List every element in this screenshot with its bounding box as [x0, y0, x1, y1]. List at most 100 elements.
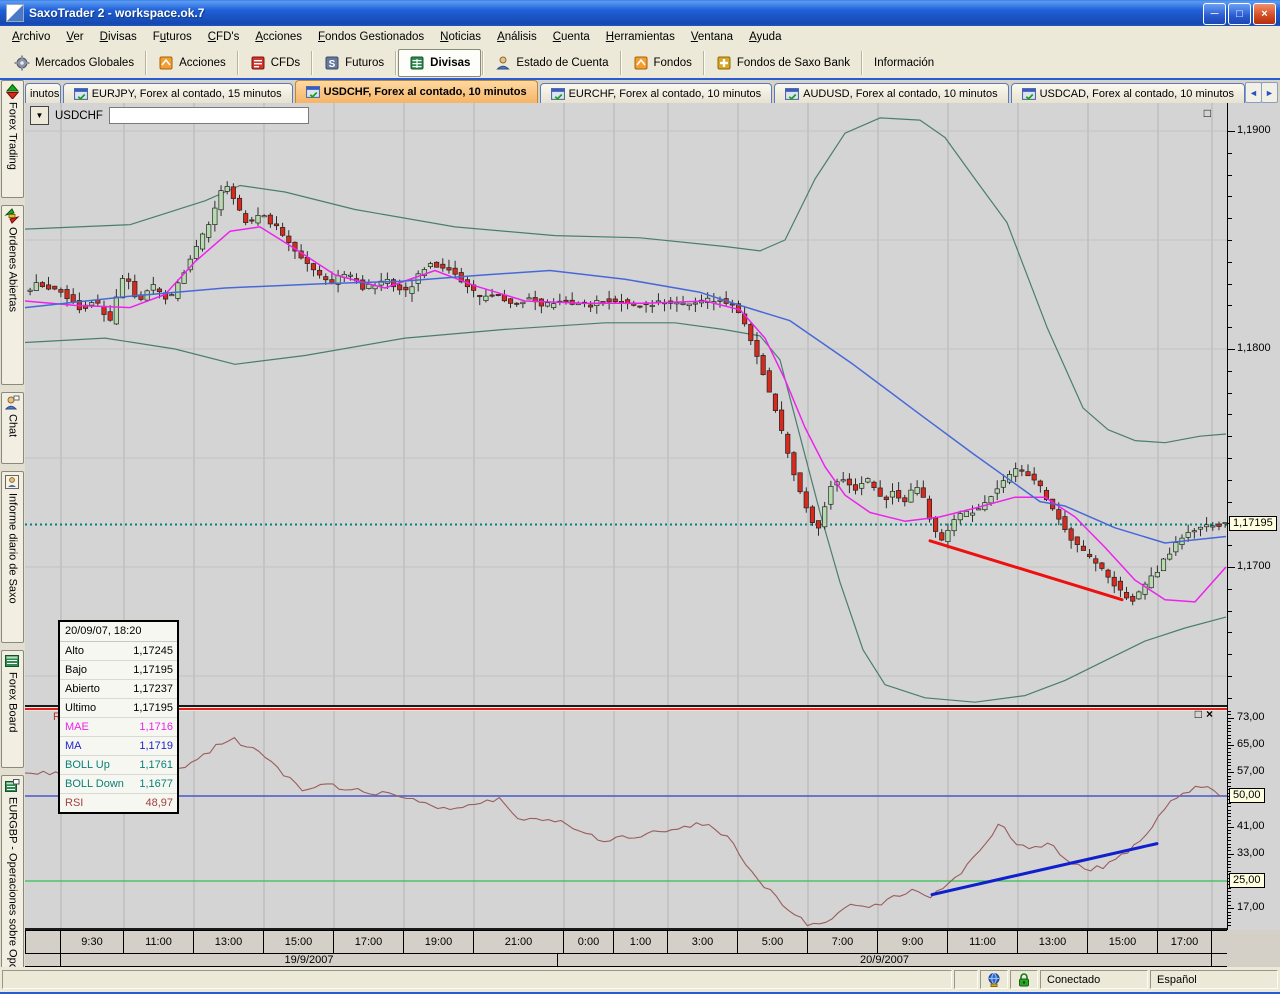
maximize-button[interactable]: □	[1228, 3, 1251, 25]
menu-item-futuros[interactable]: Futuros	[145, 29, 200, 45]
rsi-minor-tick	[1228, 776, 1231, 777]
symbol-input[interactable]	[109, 107, 309, 124]
chart-maximize-icon[interactable]: □	[1204, 107, 1211, 119]
tab-eurjpy[interactable]: EURJPY, Forex al contado, 15 minutos	[63, 83, 293, 103]
toolbar-button-cfds[interactable]: CFDs	[240, 48, 310, 78]
menu-bar: ArchivoVerDivisasFuturosCFD'sAccionesFon…	[0, 26, 1280, 48]
rsi-minor-tick	[1228, 844, 1231, 845]
toolbar-button-fondos-de-saxo-bank[interactable]: Fondos de Saxo Bank	[706, 48, 860, 78]
rsi-minor-tick	[1228, 735, 1231, 736]
minimize-button[interactable]: ─	[1203, 3, 1226, 25]
fondos-icon	[633, 55, 649, 71]
toolbar-button-divisas[interactable]: Divisas	[398, 49, 481, 77]
rsi-maximize-icon[interactable]: □	[1195, 708, 1202, 720]
rsi-panel[interactable]: RSI: □ ×	[25, 711, 1227, 928]
tab-eurchf[interactable]: EURCHF, Forex al contado, 10 minutos	[540, 83, 773, 103]
time-cell: 7:00	[808, 931, 878, 953]
menu-item-ayuda[interactable]: Ayuda	[741, 29, 789, 45]
tooltip-row-ma: MA1,1719	[60, 737, 177, 756]
menu-item-acciones[interactable]: Acciones	[247, 29, 310, 45]
menu-item-fondos-gestionados[interactable]: Fondos Gestionados	[310, 29, 432, 45]
rsi-level-box: 25,00	[1229, 873, 1265, 888]
rsi-minor-tick	[1228, 759, 1231, 760]
menu-item-ana-lisis[interactable]: Análisis	[489, 29, 545, 45]
tab-partial[interactable]: inutos	[25, 83, 61, 103]
toolbar-button-estado-de-cuenta[interactable]: Estado de Cuenta	[485, 48, 618, 78]
toolbar-separator	[311, 51, 313, 75]
rsi-minor-tick	[1228, 742, 1231, 743]
time-cell: 11:00	[948, 931, 1018, 953]
price-axis: 1,19001,18001,17001,1719573,0065,0057,00…	[1227, 103, 1280, 930]
rsi-minor-tick	[1228, 847, 1231, 848]
sidebar-item-label: EURGBP - Operaciones sobre Opciones Fore…	[7, 797, 19, 994]
menu-item-archivo[interactable]: Archivo	[4, 29, 58, 45]
price-chart[interactable]	[25, 103, 1227, 705]
price-chart-panel[interactable]: ▼ USDCHF □ 20/09/07, 18:20 Alto1,17245Ba…	[25, 103, 1227, 705]
sidebar-item-forex-trading[interactable]: Forex Trading	[1, 80, 24, 198]
informe-diario-de-saxo-icon	[4, 474, 21, 491]
menu-item-cfd-s[interactable]: CFD's	[200, 29, 248, 45]
rsi-close-icon[interactable]: ×	[1206, 708, 1213, 720]
time-row: 9:3011:0013:0015:0017:0019:0021:000:001:…	[25, 930, 1227, 954]
toolbar-button-mercados-globales[interactable]: Mercados Globales	[4, 48, 144, 78]
tooltip-row-value: 48,97	[145, 794, 173, 812]
rsi-major-tick	[1228, 745, 1234, 746]
rsi-minor-tick	[1228, 738, 1231, 739]
tab-label: EURJPY, Forex al contado, 15 minutos	[92, 88, 282, 100]
chat-icon	[4, 395, 21, 412]
tooltip-row-bajo: Bajo1,17195	[60, 661, 177, 680]
menu-item-ventana[interactable]: Ventana	[683, 29, 741, 45]
price-minor-tick	[1228, 611, 1232, 612]
tooltip-row-alto: Alto1,17245	[60, 642, 177, 661]
tooltip-row-value: 1,1677	[139, 775, 173, 793]
rsi-minor-tick	[1228, 857, 1231, 858]
price-minor-tick	[1228, 654, 1232, 655]
toolbar-button-futuros[interactable]: SFuturos	[314, 48, 394, 78]
price-minor-tick	[1228, 632, 1232, 633]
maximize-icon: □	[1236, 8, 1243, 20]
price-minor-tick	[1228, 305, 1232, 306]
menu-item-divisas[interactable]: Divisas	[92, 29, 145, 45]
tooltip-row-rsi: RSI48,97	[60, 794, 177, 812]
estado-de-cuenta-icon	[495, 55, 511, 71]
sidebar-item-ordenes-abiertas[interactable]: Ordenes Abiertas	[1, 205, 24, 385]
tab-usdchf[interactable]: USDCHF, Forex al contado, 10 minutos	[295, 80, 538, 103]
sidebar-item-informe-diario-de-saxo[interactable]: Informe diario de Saxo	[1, 471, 24, 643]
tooltip-row-value: 1,1761	[139, 756, 173, 774]
toolbar-button-acciones[interactable]: Acciones	[148, 48, 236, 78]
tooltip-row-label: MA	[65, 737, 139, 755]
rsi-chart[interactable]	[25, 711, 1227, 928]
close-icon: ×	[1261, 8, 1267, 20]
rsi-minor-tick	[1228, 837, 1231, 838]
scroll-right-icon: ►	[1265, 88, 1274, 98]
tab-usdcad[interactable]: USDCAD, Forex al contado, 10 minutos	[1011, 83, 1245, 103]
symbol-dropdown-button[interactable]: ▼	[30, 106, 49, 125]
sidebar-item-chat[interactable]: Chat	[1, 392, 24, 464]
instrument-window-icon	[306, 86, 320, 98]
globe-icon	[986, 972, 1002, 988]
title-bar[interactable]: SaxoTrader 2 - workspace.ok.7 ─ □ ×	[0, 0, 1280, 26]
sidebar-item-eurgbp-operaciones-sobre-opciones-forex[interactable]: EURGBP - Operaciones sobre Opciones Fore…	[1, 775, 24, 994]
rsi-minor-tick	[1228, 840, 1231, 841]
tab-label: EURCHF, Forex al contado, 10 minutos	[569, 88, 762, 100]
tab-scroll-right-button[interactable]: ►	[1261, 82, 1278, 103]
tooltip-row-label: MAE	[65, 718, 139, 736]
tooltip-row-label: Alto	[65, 642, 133, 660]
app-icon	[6, 4, 24, 22]
tab-audusd[interactable]: AUDUSD, Forex al contado, 10 minutos	[774, 83, 1008, 103]
menu-item-noticias[interactable]: Noticias	[432, 29, 489, 45]
menu-item-herramientas[interactable]: Herramientas	[598, 29, 683, 45]
tab-scroll-left-button[interactable]: ◄	[1245, 82, 1262, 103]
close-button[interactable]: ×	[1253, 3, 1276, 25]
toolbar-button-fondos[interactable]: Fondos	[623, 48, 702, 78]
price-minor-tick	[1228, 589, 1232, 590]
price-minor-tick	[1228, 240, 1232, 241]
rsi-minor-tick	[1228, 725, 1231, 726]
menu-item-cuenta[interactable]: Cuenta	[545, 29, 598, 45]
toolbar-button-informacio-n[interactable]: Información	[864, 48, 944, 78]
chart-symbol-label: USDCHF	[55, 110, 103, 122]
sidebar-item-forex-board[interactable]: Forex Board	[1, 650, 24, 768]
time-cell: 13:00	[1018, 931, 1088, 953]
menu-item-ver[interactable]: Ver	[58, 29, 91, 45]
price-minor-tick	[1228, 327, 1232, 328]
